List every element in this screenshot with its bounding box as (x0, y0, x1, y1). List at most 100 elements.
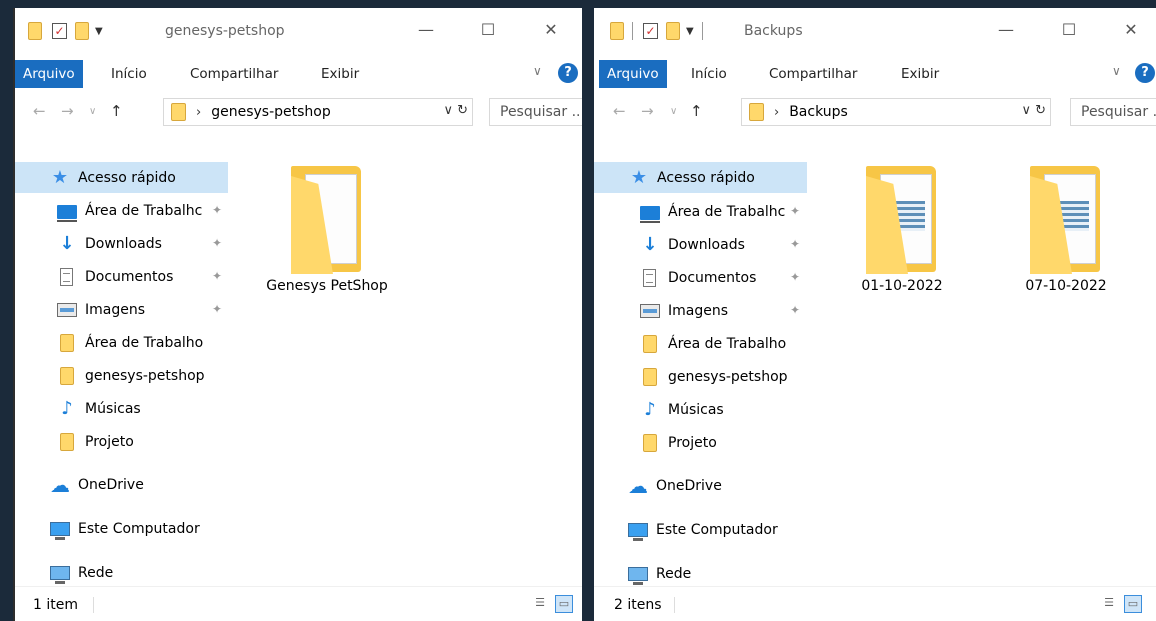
music-icon: ♪ (61, 397, 73, 419)
tab-home[interactable]: Início (691, 63, 727, 85)
nav-item-downloads[interactable]: ↓ Downloads (640, 229, 745, 260)
tab-share[interactable]: Compartilhar (769, 63, 857, 85)
address-bar[interactable]: › Backups ∨ ↻ (741, 98, 1051, 126)
nav-item-quick-access[interactable]: ★ Acesso rápido (594, 162, 807, 193)
minimize-button[interactable]: — (986, 16, 1026, 44)
folder-icon[interactable] (610, 22, 624, 40)
network-icon (50, 565, 70, 584)
nav-item-documents[interactable]: Documentos (57, 261, 173, 292)
nav-item-documents[interactable]: Documentos (640, 262, 756, 293)
tab-view[interactable]: Exibir (901, 63, 939, 85)
new-folder-icon[interactable] (666, 22, 680, 40)
new-folder-icon[interactable] (75, 22, 89, 40)
expand-ribbon-chevron-icon[interactable]: ∨ (533, 64, 542, 78)
back-arrow-icon[interactable]: ← (613, 102, 626, 120)
nav-item-downloads[interactable]: ↓ Downloads (57, 228, 161, 259)
recent-locations-chevron-icon[interactable]: ∨ (670, 106, 677, 117)
nav-item-label: OneDrive (78, 476, 144, 493)
nav-item-desktop-pinned[interactable]: Área de Trabalhc (640, 196, 785, 227)
properties-check-icon[interactable]: ✓ (52, 23, 67, 39)
pin-icon: ✦ (212, 203, 223, 217)
details-view-icon[interactable]: ☰ (1100, 595, 1118, 613)
close-button[interactable]: ✕ (1111, 16, 1151, 44)
nav-item-projeto[interactable]: Projeto (640, 427, 717, 458)
nav-item-network[interactable]: Rede (50, 557, 113, 588)
nav-item-label: Projeto (668, 434, 717, 451)
file-list: 01-10-2022 07-10-2022 (824, 148, 1156, 581)
nav-item-label: Downloads (668, 236, 745, 253)
minimize-button[interactable]: — (406, 16, 446, 44)
nav-item-projeto[interactable]: Projeto (57, 426, 134, 457)
nav-item-desktop-folder[interactable]: Área de Trabalho (57, 327, 203, 358)
forward-arrow-icon[interactable]: → (641, 102, 654, 120)
folder-icon (171, 103, 186, 121)
address-dropdown-refresh-icon[interactable]: ∨ ↻ (1021, 103, 1046, 118)
cloud-icon: ☁ (628, 473, 648, 498)
nav-item-onedrive[interactable]: ☁ OneDrive (50, 469, 144, 500)
desktop-icon (57, 204, 77, 222)
nav-item-this-pc[interactable]: Este Computador (50, 513, 200, 544)
navigation-pane: ★ Acesso rápido Área de Trabalhc ✦ ↓ Dow… (15, 148, 245, 584)
tab-share[interactable]: Compartilhar (190, 63, 278, 85)
help-icon[interactable]: ? (1135, 63, 1155, 83)
back-arrow-icon[interactable]: ← (33, 102, 46, 120)
breadcrumb-chevron-icon[interactable]: › (196, 105, 201, 120)
customize-toolbar-dropdown-icon[interactable]: ▼ (686, 26, 694, 37)
nav-item-genesys-petshop[interactable]: genesys-petshop (57, 360, 205, 391)
tab-home[interactable]: Início (111, 63, 147, 85)
breadcrumb-current[interactable]: genesys-petshop (211, 104, 331, 120)
download-icon: ↓ (642, 233, 658, 255)
network-icon (628, 566, 648, 585)
properties-check-icon[interactable]: ✓ (643, 23, 658, 39)
nav-item-this-pc[interactable]: Este Computador (628, 514, 778, 545)
up-arrow-icon[interactable]: ↑ (690, 102, 703, 120)
nav-item-label: Este Computador (656, 521, 778, 538)
maximize-button[interactable]: ☐ (1049, 16, 1089, 44)
search-box[interactable]: Pesquisar ... (1070, 98, 1156, 126)
nav-item-genesys-petshop[interactable]: genesys-petshop (640, 361, 788, 392)
nav-item-music[interactable]: ♪ Músicas (640, 394, 723, 425)
address-bar[interactable]: › genesys-petshop ∨ ↻ (163, 98, 473, 126)
tab-file[interactable]: Arquivo (599, 60, 667, 88)
folder-item[interactable]: 07-10-2022 (996, 162, 1136, 294)
nav-item-quick-access[interactable]: ★ Acesso rápido (15, 162, 228, 193)
folder-icon (60, 432, 74, 451)
customize-toolbar-dropdown-icon[interactable]: ▼ (95, 26, 103, 37)
breadcrumb-chevron-icon[interactable]: › (774, 105, 779, 120)
folder-icon (60, 366, 74, 385)
tab-view[interactable]: Exibir (321, 63, 359, 85)
nav-item-label: genesys-petshop (85, 367, 205, 384)
nav-item-pictures[interactable]: Imagens (57, 294, 145, 325)
nav-item-music[interactable]: ♪ Músicas (57, 393, 140, 424)
large-icons-view-icon[interactable]: ▭ (1124, 595, 1142, 613)
folder-item[interactable]: Genesys PetShop (257, 162, 397, 294)
navigation-pane: ★ Acesso rápido Área de Trabalhc ✦ ↓ Dow… (594, 148, 824, 585)
nav-item-network[interactable]: Rede (628, 558, 691, 589)
breadcrumb-current[interactable]: Backups (789, 104, 848, 120)
expand-ribbon-chevron-icon[interactable]: ∨ (1112, 64, 1121, 78)
folder-name: 07-10-2022 (1025, 278, 1107, 294)
address-dropdown-refresh-icon[interactable]: ∨ ↻ (443, 103, 468, 118)
pin-icon: ✦ (790, 204, 801, 218)
up-arrow-icon[interactable]: ↑ (110, 102, 123, 120)
recent-locations-chevron-icon[interactable]: ∨ (89, 106, 96, 117)
search-box[interactable]: Pesquisar ... (489, 98, 582, 126)
nav-item-label: Este Computador (78, 520, 200, 537)
help-icon[interactable]: ? (558, 63, 578, 83)
cloud-icon: ☁ (50, 472, 70, 497)
large-icons-view-icon[interactable]: ▭ (555, 595, 573, 613)
pin-icon: ✦ (212, 269, 223, 283)
folder-item[interactable]: 01-10-2022 (832, 162, 972, 294)
details-view-icon[interactable]: ☰ (531, 595, 549, 613)
quick-access-toolbar: ✓ ▼ (28, 20, 103, 42)
maximize-button[interactable]: ☐ (468, 16, 508, 44)
folder-icon[interactable] (28, 22, 42, 40)
nav-item-pictures[interactable]: Imagens (640, 295, 728, 326)
nav-item-onedrive[interactable]: ☁ OneDrive (628, 470, 722, 501)
document-icon (643, 268, 656, 287)
close-button[interactable]: ✕ (531, 16, 571, 44)
forward-arrow-icon[interactable]: → (61, 102, 74, 120)
nav-item-desktop-folder[interactable]: Área de Trabalho (640, 328, 786, 359)
nav-item-desktop-pinned[interactable]: Área de Trabalhc (57, 195, 202, 226)
tab-file[interactable]: Arquivo (15, 60, 83, 88)
